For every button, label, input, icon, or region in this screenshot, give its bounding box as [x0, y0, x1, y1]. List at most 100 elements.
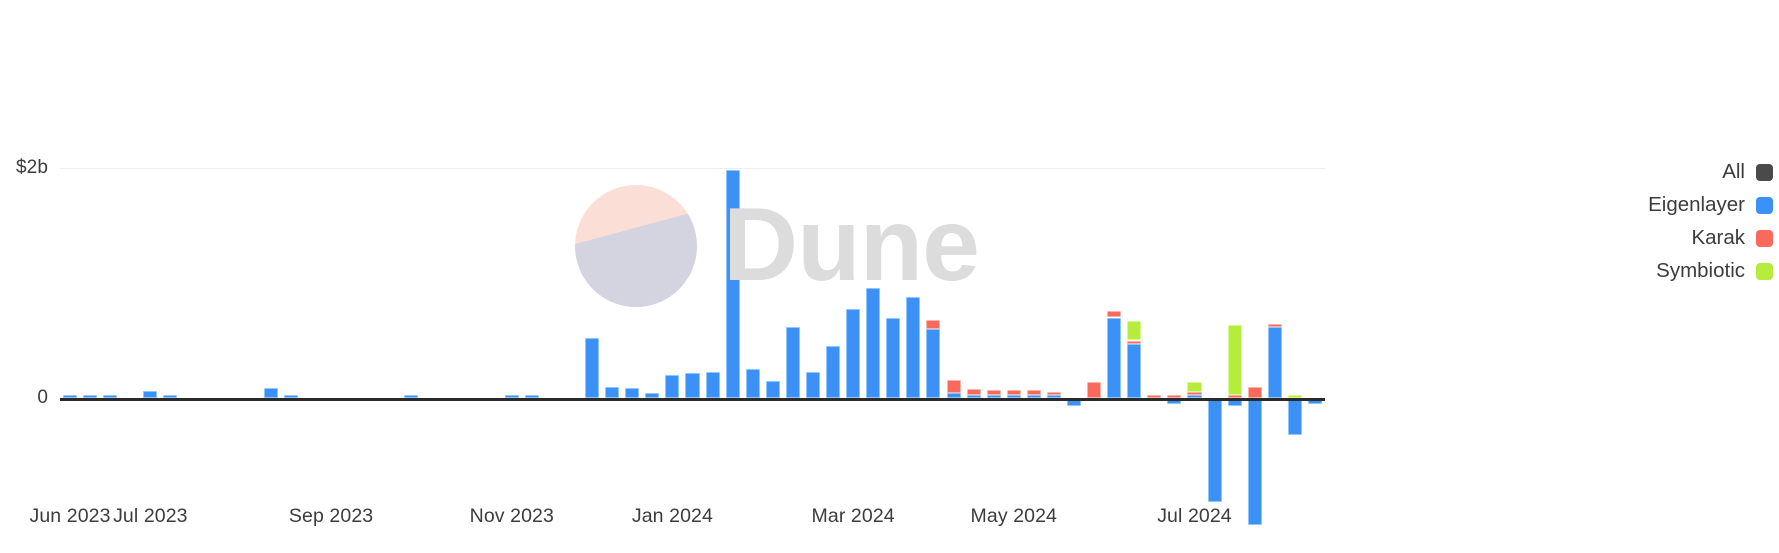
bar-column[interactable] [585, 10, 600, 500]
bar-column[interactable] [1087, 10, 1102, 500]
bar-segment-eigenlayer[interactable] [805, 371, 820, 398]
bar-column[interactable] [866, 10, 881, 500]
bar-column[interactable] [263, 10, 278, 500]
bar-segment-eigenlayer[interactable] [1127, 343, 1142, 398]
bar-column[interactable] [665, 10, 680, 500]
bar-column[interactable] [1207, 10, 1222, 502]
bar-column[interactable] [886, 10, 901, 500]
bar-column[interactable] [1066, 10, 1082, 500]
bar-segment-karak[interactable] [986, 390, 1001, 395]
bar-column[interactable] [344, 10, 358, 500]
bar-segment-karak[interactable] [1247, 386, 1262, 398]
bar-segment-karak[interactable] [1107, 310, 1122, 318]
bar-column[interactable] [143, 10, 158, 500]
bar-segment-karak[interactable] [1046, 391, 1061, 395]
bar-segment-eigenlayer[interactable] [585, 338, 600, 398]
bar-column[interactable] [445, 10, 459, 500]
bar-column[interactable] [1187, 10, 1202, 500]
bar-segment-eigenlayer[interactable] [866, 287, 881, 398]
bar-column[interactable] [404, 10, 419, 500]
bar-column[interactable] [204, 10, 218, 500]
bar-segment-karak[interactable] [1187, 392, 1202, 395]
bar-segment-eigenlayer[interactable] [263, 387, 278, 398]
bar-column[interactable] [765, 10, 780, 500]
bar-segment-karak[interactable] [946, 379, 961, 394]
bar-segment-karak[interactable] [1267, 323, 1282, 327]
bar-segment-symbiotic[interactable] [1227, 324, 1242, 395]
bar-column[interactable] [324, 10, 338, 500]
bar-column[interactable] [785, 10, 800, 500]
bar-column[interactable] [1167, 10, 1182, 500]
bar-column[interactable] [645, 10, 660, 500]
bar-segment-eigenlayer[interactable] [1287, 398, 1302, 435]
bar-column[interactable] [805, 10, 820, 500]
bar-segment-eigenlayer[interactable] [906, 296, 921, 398]
bar-segment-symbiotic[interactable] [1187, 381, 1202, 392]
bar-segment-eigenlayer[interactable] [745, 369, 760, 398]
bar-column[interactable] [1267, 10, 1282, 500]
bar-segment-eigenlayer[interactable] [886, 317, 901, 398]
bar-column[interactable] [504, 10, 519, 500]
bar-column[interactable] [625, 10, 640, 500]
bar-column[interactable] [283, 10, 298, 500]
legend-item-symbiotic[interactable]: Symbiotic [1443, 259, 1773, 283]
bar-segment-eigenlayer[interactable] [605, 386, 620, 398]
bar-column[interactable] [565, 10, 579, 500]
bar-column[interactable] [745, 10, 760, 500]
bar-segment-eigenlayer[interactable] [926, 329, 941, 398]
bar-segment-eigenlayer[interactable] [1107, 317, 1122, 398]
legend-item-all[interactable]: All [1443, 160, 1773, 184]
bar-column[interactable] [946, 10, 961, 500]
bar-column[interactable] [83, 10, 98, 500]
bar-column[interactable] [1026, 10, 1041, 500]
bar-column[interactable] [605, 10, 620, 500]
bar-segment-eigenlayer[interactable] [826, 346, 841, 398]
bar-column[interactable] [1127, 10, 1142, 500]
bar-column[interactable] [826, 10, 841, 500]
bar-column[interactable] [224, 10, 238, 500]
bar-segment-symbiotic[interactable] [1127, 320, 1142, 341]
bar-column[interactable] [705, 10, 720, 500]
bar-column[interactable] [1147, 10, 1162, 500]
bar-segment-karak[interactable] [1026, 390, 1041, 395]
bar-column[interactable] [926, 10, 941, 500]
bar-column[interactable] [123, 10, 137, 500]
bar-segment-eigenlayer[interactable] [705, 371, 720, 398]
bar-segment-karak[interactable] [1127, 340, 1142, 344]
legend-item-eigenlayer[interactable]: Eigenlayer [1443, 193, 1773, 217]
bar-column[interactable] [1006, 10, 1021, 500]
bar-segment-eigenlayer[interactable] [143, 391, 158, 398]
bar-segment-karak[interactable] [1087, 381, 1102, 398]
bar-column[interactable] [524, 10, 539, 500]
bar-column[interactable] [364, 10, 378, 500]
bar-column[interactable] [485, 10, 499, 500]
legend-item-karak[interactable]: Karak [1443, 226, 1773, 250]
bar-column[interactable] [966, 10, 981, 500]
bar-segment-eigenlayer[interactable] [1207, 398, 1222, 502]
bar-column[interactable] [163, 10, 178, 500]
bar-segment-eigenlayer[interactable] [1267, 326, 1282, 398]
bar-column[interactable] [384, 10, 398, 500]
bar-segment-eigenlayer[interactable] [1247, 398, 1262, 525]
bar-segment-eigenlayer[interactable] [785, 326, 800, 398]
bar-segment-eigenlayer[interactable] [765, 380, 780, 398]
bar-column[interactable] [424, 10, 438, 500]
bar-segment-eigenlayer[interactable] [685, 372, 700, 398]
bar-segment-eigenlayer[interactable] [725, 170, 740, 398]
bar-column[interactable] [685, 10, 700, 500]
bar-column[interactable] [183, 10, 197, 500]
bar-column[interactable] [465, 10, 479, 500]
bar-column[interactable] [725, 10, 740, 500]
bar-column[interactable] [1247, 10, 1262, 525]
bar-column[interactable] [103, 10, 118, 500]
bar-column[interactable] [986, 10, 1001, 500]
bar-column[interactable] [304, 10, 318, 500]
bar-column[interactable] [846, 10, 861, 500]
bar-column[interactable] [545, 10, 559, 500]
bar-column[interactable] [244, 10, 258, 500]
bar-segment-eigenlayer[interactable] [625, 387, 640, 398]
bar-column[interactable] [63, 10, 78, 500]
bar-column[interactable] [1046, 10, 1061, 500]
bar-column[interactable] [1107, 10, 1122, 500]
bar-column[interactable] [1227, 10, 1242, 500]
